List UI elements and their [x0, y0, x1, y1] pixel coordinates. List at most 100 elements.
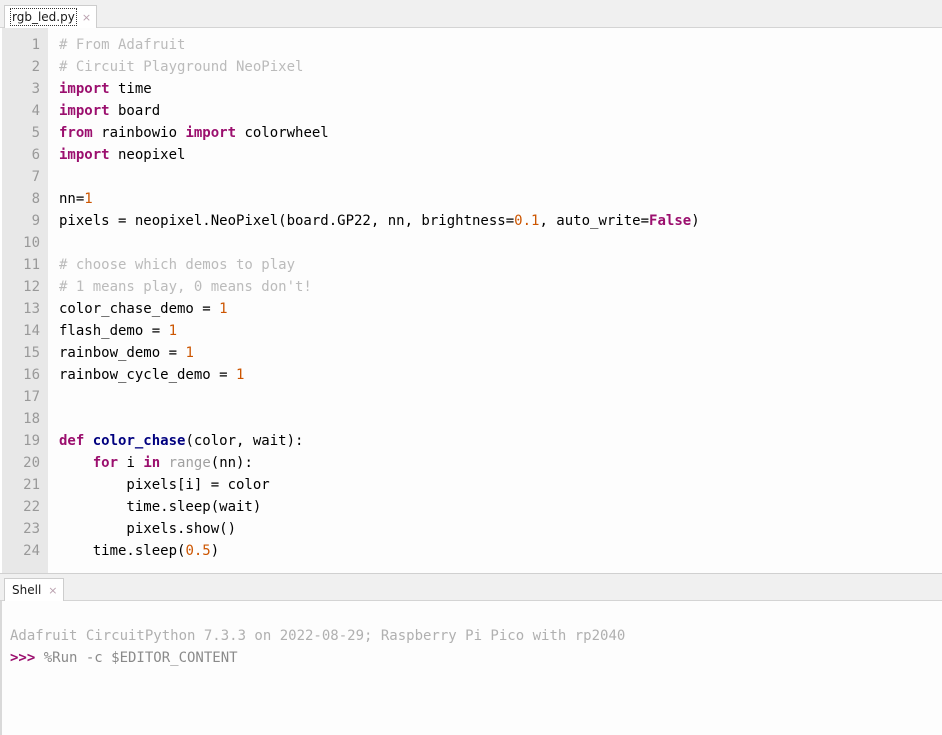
line-number: 5	[31, 125, 40, 141]
line-number: 10	[23, 235, 40, 251]
shell-line-output: Adafruit CircuitPython 7.3.3 on 2022-08-…	[10, 625, 942, 647]
code-line: # 1 means play, 0 means don't!	[59, 276, 942, 298]
code-token-plain: pixels = neopixel.NeoPixel(board.GP22, n…	[59, 213, 515, 229]
code-line: rainbow_demo = 1	[59, 342, 942, 364]
line-number-gutter: 1 2 3 4 5 6 7 8 9 10 11 12 13 14 15 16 17 18 19 20 21 22 23 24	[2, 28, 48, 573]
code-token-plain: colorwheel	[236, 125, 329, 141]
code-token-plain: (nn):	[210, 455, 253, 471]
code-token-keyword: from	[59, 125, 93, 141]
code-token-plain: pixels.show()	[59, 521, 237, 537]
code-line: pixels.show()	[59, 518, 942, 540]
shell-tabbar: Shell ×	[0, 573, 942, 602]
code-token-plain: neopixel	[109, 147, 186, 163]
code-line: from rainbowio import colorwheel	[59, 122, 942, 144]
code-token-comment: # 1 means play, 0 means don't!	[59, 279, 312, 295]
code-token-plain: flash_demo =	[59, 323, 169, 339]
line-number: 7	[31, 169, 40, 185]
code-text-area[interactable]: # From Adafruit # Circuit Playground NeoP…	[48, 28, 942, 573]
code-line: # choose which demos to play	[59, 254, 942, 276]
code-token-comment: # choose which demos to play	[59, 257, 296, 273]
line-number: 1	[31, 37, 40, 53]
code-line: nn=1	[59, 188, 942, 210]
line-number: 6	[31, 147, 40, 163]
shell-cmd: %Run -c $EDITOR_CONTENT	[43, 650, 238, 666]
code-line: pixels[i] = color	[59, 474, 942, 496]
line-number: 13	[23, 301, 40, 317]
code-line: # From Adafruit	[59, 34, 942, 56]
code-token-plain: rainbowio	[92, 125, 186, 141]
line-number: 24	[23, 543, 40, 559]
shell-out: Adafruit CircuitPython 7.3.3 on 2022-08-…	[10, 628, 626, 644]
code-line: def color_chase(color, wait):	[59, 430, 942, 452]
code-token-keyword: import	[59, 147, 110, 163]
code-token-keyword: for	[92, 455, 119, 471]
shell-tab[interactable]: Shell ×	[4, 578, 64, 602]
code-token-plain: (color, wait):	[185, 433, 304, 449]
line-number: 22	[23, 499, 40, 515]
code-token-keyword: def	[59, 433, 85, 449]
editor-tabbar: rgb_led.py ×	[0, 0, 942, 29]
code-token-plain: , auto_write=	[539, 213, 650, 229]
code-token-plain: )	[210, 543, 220, 559]
code-line: import time	[59, 78, 942, 100]
shell-tab-label: Shell	[12, 583, 42, 597]
code-line: rainbow_cycle_demo = 1	[59, 364, 942, 386]
code-line: import board	[59, 100, 942, 122]
line-number: 9	[31, 213, 40, 229]
code-token-number: 1	[84, 191, 93, 207]
code-line: import neopixel	[59, 144, 942, 166]
shell-prompt: >>>	[10, 650, 44, 666]
line-number: 14	[23, 323, 40, 339]
thonny-window: rgb_led.py × 1 2 3 4 5 6 7 8 9 10 11 12 13 14 15 16 17 18…	[0, 0, 942, 735]
code-token-comment: # Circuit Playground NeoPixel	[59, 59, 304, 75]
code-token-plain: rainbow_cycle_demo =	[59, 367, 237, 383]
code-token-keyword: import	[185, 125, 237, 141]
editor-tab-label: rgb_led.py	[10, 8, 77, 26]
code-token-plain: time.sleep(	[59, 543, 186, 559]
line-number: 3	[31, 81, 40, 97]
code-token-number: 1	[236, 367, 245, 383]
line-number: 20	[23, 455, 40, 471]
code-line: # Circuit Playground NeoPixel	[59, 56, 942, 78]
line-number: 21	[23, 477, 40, 493]
line-number: 19	[23, 433, 40, 449]
shell-line-prompt: >>> %Run -c $EDITOR_CONTENT	[10, 647, 942, 669]
code-token-plain: color_chase_demo =	[59, 301, 220, 317]
code-token-plain: i	[118, 455, 144, 471]
line-number: 18	[23, 411, 40, 427]
code-token-keyword: import	[59, 81, 110, 97]
code-line: for i in range(nn):	[59, 452, 942, 474]
code-line: flash_demo = 1	[59, 320, 942, 342]
code-token-plain: nn=	[59, 191, 85, 207]
code-token-keyword: False	[649, 213, 692, 229]
code-token-builtin: range	[168, 455, 211, 471]
code-editor[interactable]: 1 2 3 4 5 6 7 8 9 10 11 12 13 14 15 16 17 18 19 20 21 22 23 24 …	[0, 28, 942, 573]
code-line: time.sleep(0.5)	[59, 540, 942, 562]
code-token-plain: rainbow_demo =	[59, 345, 186, 361]
line-number: 16	[23, 367, 40, 383]
code-token-plain: pixels[i] = color	[59, 477, 270, 493]
line-number: 23	[23, 521, 40, 537]
code-token-number: 0.5	[185, 543, 211, 559]
code-line: pixels = neopixel.NeoPixel(board.GP22, n…	[59, 210, 942, 232]
code-token-keyword: import	[59, 103, 110, 119]
line-number: 8	[31, 191, 40, 207]
line-number: 2	[31, 59, 40, 75]
line-number: 12	[23, 279, 40, 295]
code-token-number: 1	[185, 345, 194, 361]
code-token-number: 1	[219, 301, 228, 317]
close-icon[interactable]: ×	[82, 12, 91, 23]
line-number: 17	[23, 389, 40, 405]
editor-tab-rgb-led-py[interactable]: rgb_led.py ×	[4, 5, 98, 29]
shell-output-area[interactable]: Adafruit CircuitPython 7.3.3 on 2022-08-…	[0, 601, 942, 735]
line-number: 11	[23, 257, 40, 273]
close-icon[interactable]: ×	[48, 585, 57, 596]
code-token-number: 0.1	[514, 213, 540, 229]
line-number: 15	[23, 345, 40, 361]
code-token-plain: )	[691, 213, 700, 229]
